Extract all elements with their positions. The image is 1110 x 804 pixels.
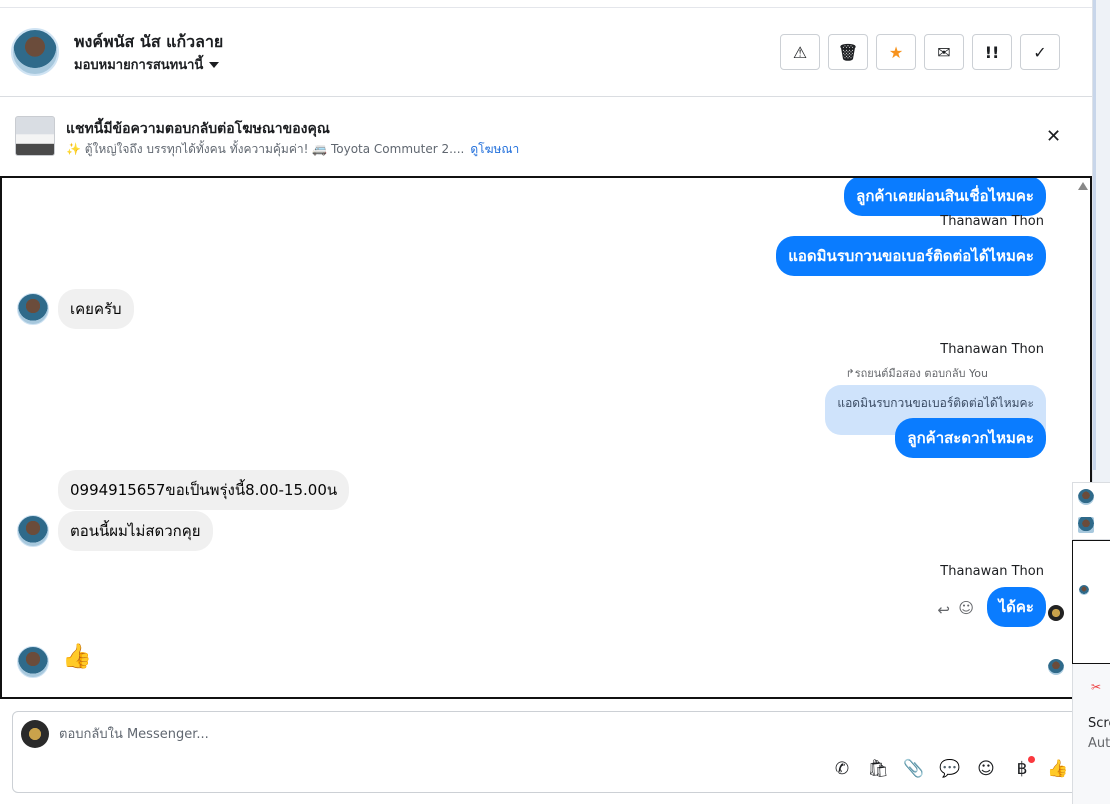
seen-by-contact-avatar (1048, 659, 1064, 675)
contact-avatar-small[interactable] (17, 515, 49, 547)
sender-name: Thanawan Thon (940, 214, 1044, 229)
star-button[interactable]: ★ (876, 34, 916, 70)
conversation-header: พงค์พนัส นัส แก้วลาย มอบหมายการสนทนานี้ … (0, 0, 1092, 97)
call-add-icon: ✆ (834, 759, 850, 779)
star-icon: ★ (888, 42, 904, 62)
messenger-inbox-page: พงค์พนัส นัส แก้วลาย มอบหมายการสนทนานี้ … (0, 0, 1110, 804)
preview-thumbnail (1078, 517, 1094, 533)
message-composer: ✆ 🛍 📎 💬 ☺ ฿ 👍 (12, 711, 1080, 793)
ad-banner-subtitle: ✨ ตู้ใหญ่ใจถึง บรรทุกได้ทั้งคน ทั้งความค… (66, 140, 519, 159)
incoming-message[interactable]: เคยครับ (58, 289, 134, 329)
ad-thumbnail[interactable] (15, 116, 55, 156)
react-emoji-icon[interactable]: ☺ (958, 599, 974, 617)
ad-description: ✨ ตู้ใหญ่ใจถึง บรรทุกได้ทั้งคน ทั้งความค… (66, 142, 465, 156)
contact-avatar-small[interactable] (17, 646, 49, 678)
sender-name: Thanawan Thon (940, 342, 1044, 357)
close-banner-button[interactable]: ✕ (1046, 126, 1061, 147)
thumbs-up-sticker-icon[interactable]: 👍 (62, 642, 92, 670)
emoji-button[interactable]: ☺ (975, 758, 997, 780)
baht-icon: ฿ (1016, 759, 1028, 779)
mark-done-button[interactable]: ✓ (1020, 34, 1060, 70)
conversation-toolbar: ⚠ 🗑 ★ ✉ !! ✓ (780, 34, 1060, 70)
envelope-open-icon: ✉ (937, 42, 951, 62)
reply-icon[interactable]: ↩ (937, 601, 950, 619)
assign-conversation-dropdown[interactable]: มอบหมายการสนทนานี้ (74, 54, 220, 75)
composer-toolbar: ✆ 🛍 📎 💬 ☺ ฿ 👍 (831, 756, 1069, 780)
outgoing-message[interactable]: ลูกค้าสะดวกไหมคะ (895, 418, 1046, 458)
screenshot-tool-panel[interactable]: ✂ Scre Auto (1072, 664, 1110, 804)
message-thread[interactable]: ลูกค้าเคยผ่อนสินเชื่อไหมคะ Thanawan Thon… (0, 176, 1092, 699)
check-icon: ✓ (1033, 42, 1047, 62)
notification-dot (1028, 756, 1035, 763)
outgoing-message[interactable]: แอดมินรบกวนขอเบอร์ติดต่อได้ไหมคะ (776, 236, 1046, 276)
shopping-bag-icon: 🛍 (867, 759, 889, 779)
page-avatar (21, 720, 49, 748)
trash-icon: 🗑 (837, 42, 859, 62)
send-like-button[interactable]: 👍 (1047, 758, 1069, 780)
snipping-tool-icon: ✂ (1091, 680, 1102, 694)
ad-banner-title: แชทนี้มีข้อความตอบกลับต่อโฆษณาของคุณ (66, 121, 330, 137)
mini-chat-avatar (1079, 585, 1089, 595)
incoming-message[interactable]: ตอนนี้ผมไม่สดวกคุย (58, 511, 213, 551)
contact-avatar[interactable] (11, 28, 59, 76)
priority-icon: !! (984, 42, 1000, 62)
screen-label: Scre (1088, 716, 1110, 731)
outgoing-message[interactable]: ลูกค้าเคยผ่อนสินเชื่อไหมคะ (844, 178, 1046, 216)
contact-avatar-small[interactable] (17, 293, 49, 325)
contact-name[interactable]: พงค์พนัส นัส แก้วลาย (74, 30, 223, 55)
auto-label: Auto (1088, 736, 1110, 751)
view-ad-link[interactable]: ดูโฆษณา (470, 142, 519, 156)
assign-label: มอบหมายการสนทนานี้ (74, 58, 204, 73)
mini-chat-window[interactable] (1072, 540, 1110, 664)
reply-input[interactable] (59, 722, 959, 746)
chat-bubble-icon: 💬 (939, 759, 961, 779)
outgoing-message[interactable]: ได้คะ (986, 587, 1046, 627)
priority-button[interactable]: !! (972, 34, 1012, 70)
paperclip-icon: 📎 (903, 759, 925, 779)
warning-icon: ⚠ (792, 42, 808, 62)
seen-by-page-avatar (1048, 605, 1064, 621)
caret-down-icon (209, 61, 220, 68)
preview-avatar (1078, 489, 1094, 505)
scroll-up-arrow-icon[interactable] (1078, 182, 1088, 190)
incoming-message[interactable]: 0994915657ขอเป็นพรุ่งนี้8.00-15.00น (58, 470, 350, 510)
attach-button[interactable]: 📎 (903, 758, 925, 780)
conversation-list-preview[interactable] (1072, 482, 1110, 540)
sender-name: Thanawan Thon (940, 564, 1044, 579)
emoji-icon: ☺ (977, 759, 995, 779)
payment-button[interactable]: ฿ (1011, 756, 1035, 780)
saved-replies-button[interactable]: 💬 (939, 758, 961, 780)
thumbs-up-icon: 👍 (1047, 759, 1069, 779)
shop-button[interactable]: 🛍 (867, 758, 889, 780)
reply-context: ↱รถยนต์มือสอง ตอบกลับ You (845, 367, 988, 380)
mark-unread-button[interactable]: ✉ (924, 34, 964, 70)
ad-reply-banner: แชทนี้มีข้อความตอบกลับต่อโฆษณาของคุณ ✨ ต… (0, 98, 1092, 176)
delete-button[interactable]: 🗑 (828, 34, 868, 70)
call-add-button[interactable]: ✆ (831, 758, 853, 780)
report-button[interactable]: ⚠ (780, 34, 820, 70)
